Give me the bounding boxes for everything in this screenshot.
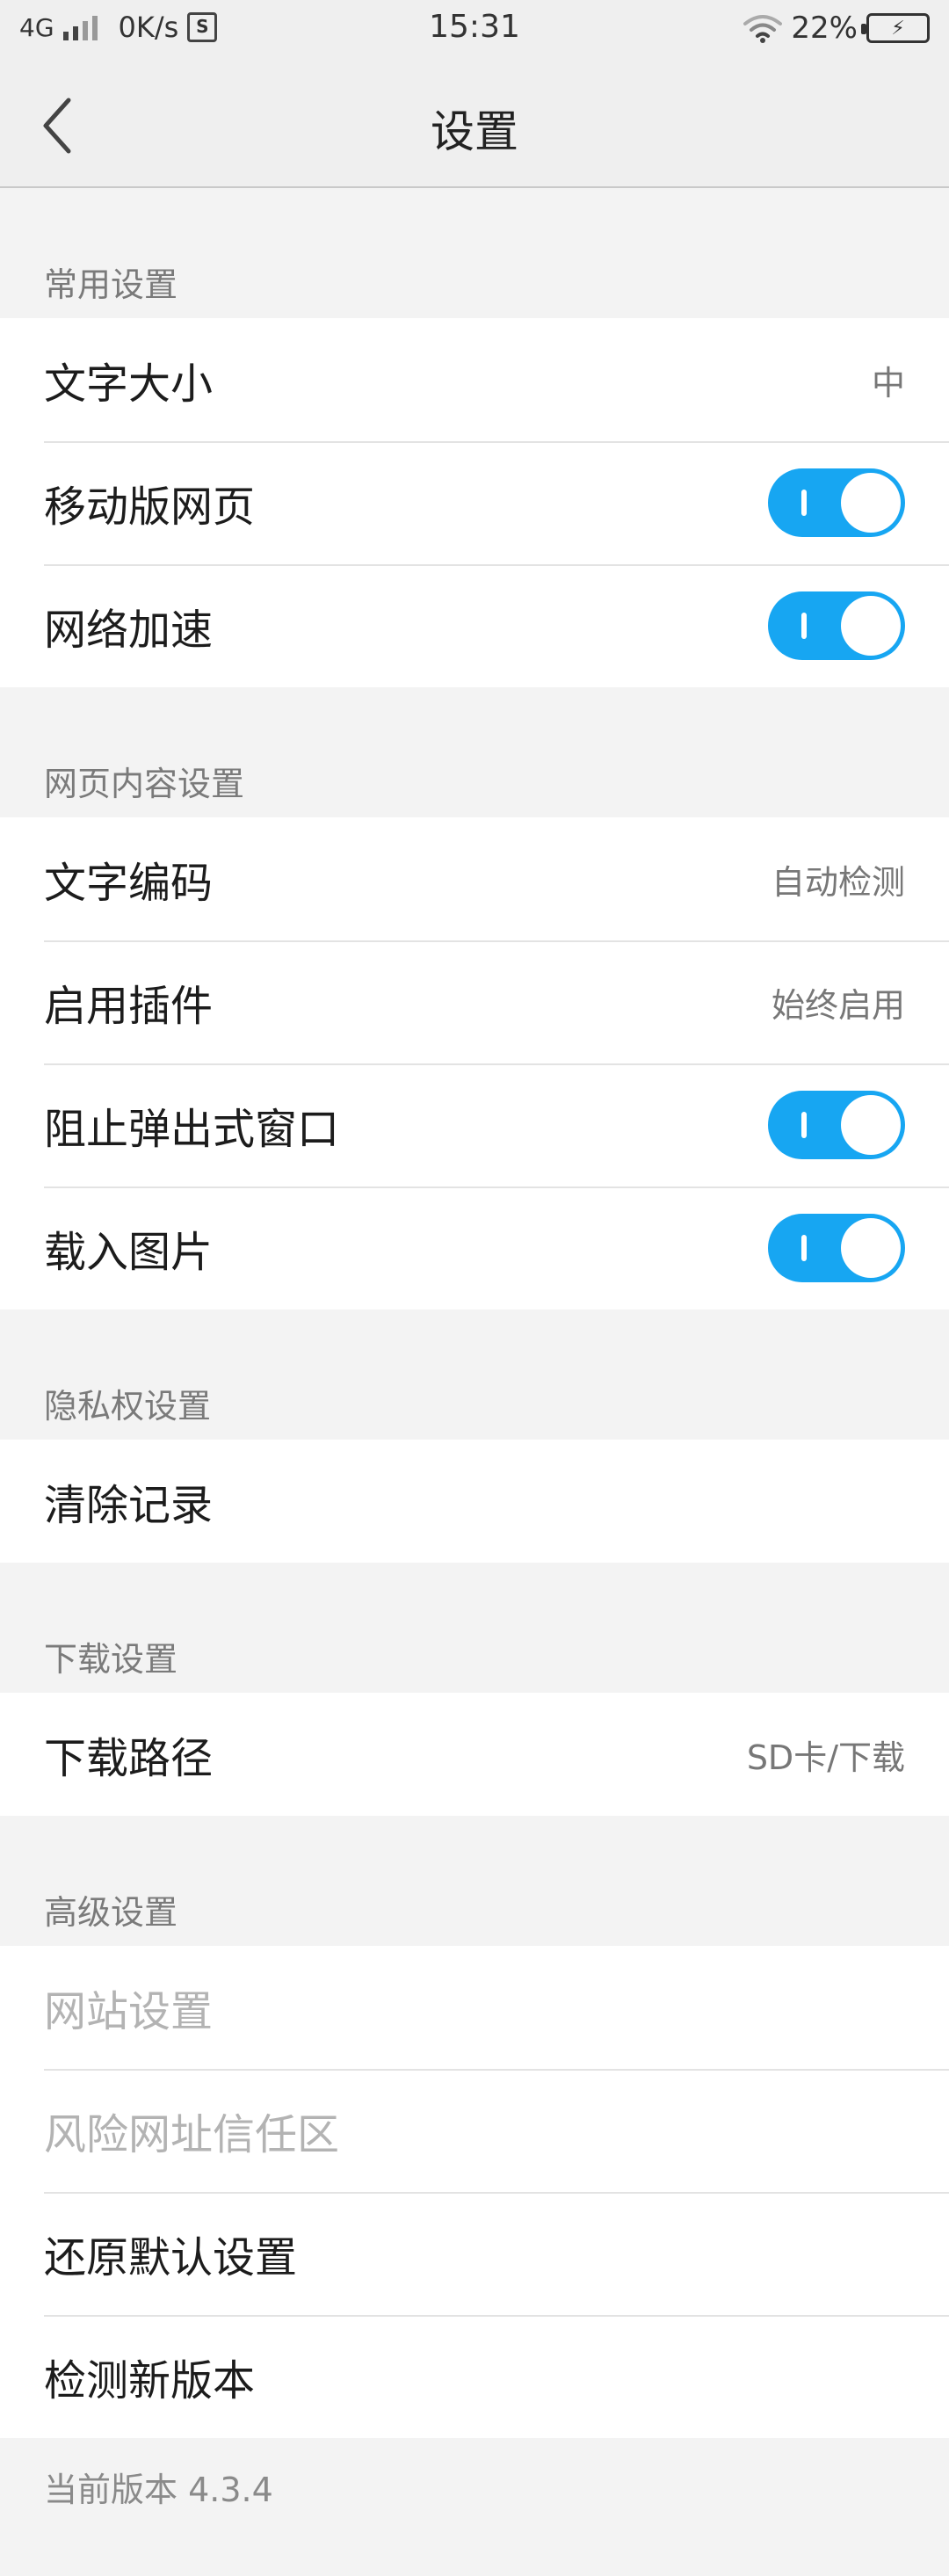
site-settings-label: 网站设置 bbox=[44, 1987, 214, 2036]
enable-plugins-row[interactable]: 启用插件 始终启用 bbox=[0, 940, 949, 1063]
block-popups-toggle[interactable] bbox=[768, 1091, 905, 1159]
text-size-label: 文字大小 bbox=[44, 359, 214, 409]
version-text: 当前版本 4.3.4 bbox=[44, 2471, 273, 2509]
text-size-row[interactable]: 文字大小 中 bbox=[0, 318, 949, 441]
block-popups-row: 阻止弹出式窗口 bbox=[0, 1063, 949, 1186]
section-title-web-content: 网页内容设置 bbox=[44, 765, 245, 803]
settings-group-download: 下载路径 SD卡/下载 bbox=[0, 1693, 949, 1816]
text-encoding-value: 自动检测 bbox=[771, 862, 905, 902]
chevron-left-icon bbox=[43, 98, 71, 154]
section-title-advanced: 高级设置 bbox=[44, 1893, 178, 1932]
mobile-page-label: 移动版网页 bbox=[44, 483, 256, 532]
load-images-row: 载入图片 bbox=[0, 1186, 949, 1310]
settings-group-advanced: 网站设置 风险网址信任区 还原默认设置 检测新版本 bbox=[0, 1946, 949, 2438]
check-update-row[interactable]: 检测新版本 bbox=[0, 2315, 949, 2438]
restore-defaults-row[interactable]: 还原默认设置 bbox=[0, 2192, 949, 2315]
settings-group-privacy: 清除记录 bbox=[0, 1440, 949, 1563]
block-popups-label: 阻止弹出式窗口 bbox=[44, 1105, 340, 1154]
load-images-label: 载入图片 bbox=[44, 1228, 214, 1277]
settings-group-web-content: 文字编码 自动检测 启用插件 始终启用 阻止弹出式窗口 载入图片 bbox=[0, 817, 949, 1310]
text-encoding-row[interactable]: 文字编码 自动检测 bbox=[0, 817, 949, 940]
mobile-page-toggle[interactable] bbox=[768, 468, 905, 537]
enable-plugins-label: 启用插件 bbox=[44, 982, 214, 1031]
clear-history-label: 清除记录 bbox=[44, 1481, 214, 1530]
section-title-common: 常用设置 bbox=[44, 265, 178, 304]
enable-plugins-value: 始终启用 bbox=[771, 985, 905, 1025]
clear-history-row[interactable]: 清除记录 bbox=[0, 1440, 949, 1563]
settings-group-common: 文字大小 中 移动版网页 网络加速 bbox=[0, 318, 949, 687]
text-encoding-label: 文字编码 bbox=[44, 859, 214, 908]
settings-list: 常用设置 文字大小 中 移动版网页 网络加速 网页内容设置 文字编码 自动检测 … bbox=[0, 188, 949, 2511]
wifi-icon bbox=[743, 15, 783, 43]
site-settings-row[interactable]: 网站设置 bbox=[0, 1946, 949, 2069]
check-update-label: 检测新版本 bbox=[44, 2356, 256, 2405]
load-images-toggle[interactable] bbox=[768, 1214, 905, 1282]
download-path-label: 下载路径 bbox=[44, 1734, 214, 1783]
download-path-value: SD卡/下载 bbox=[746, 1738, 905, 1777]
network-accel-label: 网络加速 bbox=[44, 606, 214, 655]
network-accel-row: 网络加速 bbox=[0, 564, 949, 687]
status-bar: 4G 0K/s S 15:31 22% ⚡ bbox=[0, 0, 949, 58]
section-title-download: 下载设置 bbox=[44, 1640, 178, 1679]
page-title: 设置 bbox=[431, 106, 518, 157]
trust-zone-label: 风险网址信任区 bbox=[44, 2110, 340, 2159]
section-title-privacy: 隐私权设置 bbox=[44, 1387, 212, 1426]
battery-charging-icon: ⚡ bbox=[861, 13, 930, 43]
mobile-page-row: 移动版网页 bbox=[0, 441, 949, 564]
battery-percent: 22% bbox=[791, 11, 858, 46]
status-right: 22% ⚡ bbox=[743, 11, 930, 46]
back-button[interactable] bbox=[35, 93, 88, 158]
download-path-row[interactable]: 下载路径 SD卡/下载 bbox=[0, 1693, 949, 1816]
trust-zone-row[interactable]: 风险网址信任区 bbox=[0, 2069, 949, 2192]
text-size-value: 中 bbox=[871, 363, 905, 403]
restore-defaults-label: 还原默认设置 bbox=[44, 2233, 298, 2282]
network-accel-toggle[interactable] bbox=[768, 591, 905, 660]
app-header: 设置 bbox=[0, 58, 949, 188]
